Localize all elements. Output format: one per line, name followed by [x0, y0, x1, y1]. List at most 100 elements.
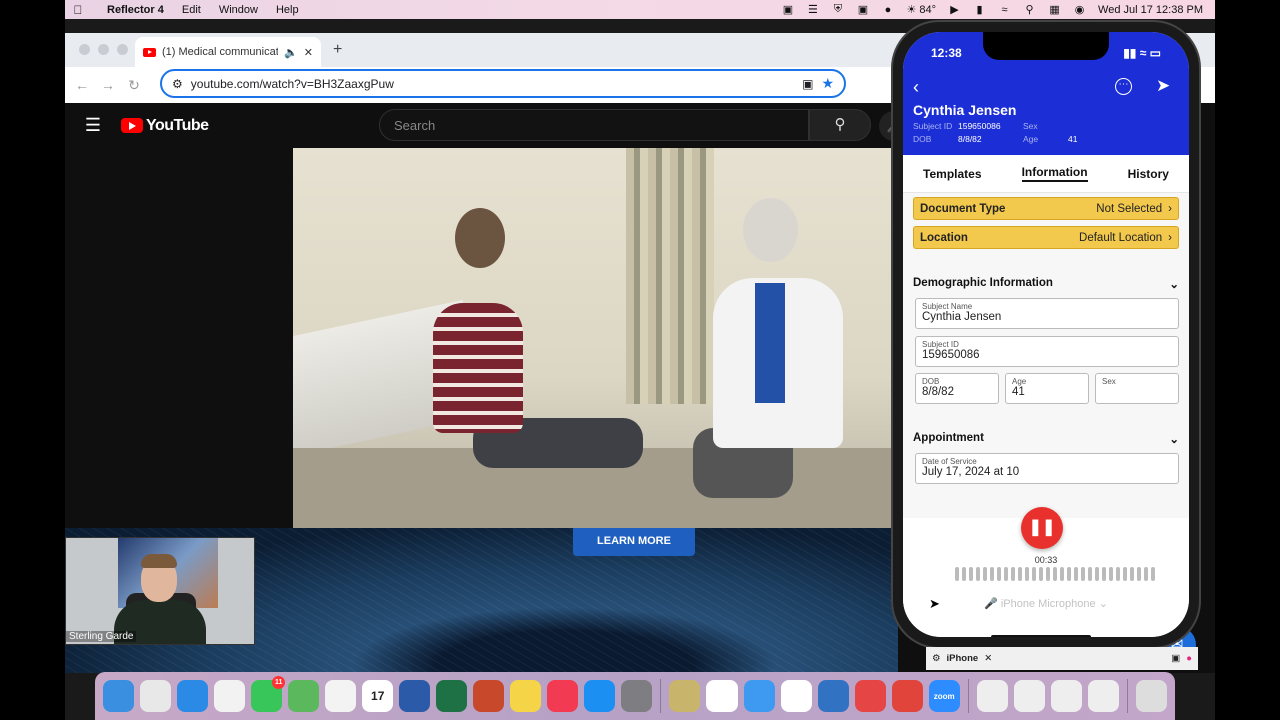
dock-finder-icon[interactable]: [103, 680, 135, 712]
siri-icon[interactable]: ◉: [1073, 4, 1086, 16]
close-tab-icon[interactable]: ✕: [304, 46, 313, 59]
subject-id-field[interactable]: Subject ID 159650086: [915, 336, 1179, 367]
appointment-section-header[interactable]: Appointment ⌄: [903, 432, 1189, 446]
menu-hamburger-icon[interactable]: ☰: [65, 115, 121, 136]
youtube-search-button[interactable]: ⚲: [809, 109, 871, 141]
dock-safari-icon[interactable]: [177, 680, 209, 712]
phone-notch: [983, 32, 1109, 60]
menu-app-name[interactable]: Reflector 4: [91, 4, 173, 16]
dock-plugin-icon[interactable]: [854, 680, 886, 712]
dock-powerpoint-icon[interactable]: [473, 680, 505, 712]
dock-notes-icon[interactable]: [510, 680, 542, 712]
location-row[interactable]: Location Default Location ›: [913, 226, 1179, 249]
forward-button[interactable]: →: [95, 77, 121, 93]
camera-icon[interactable]: ▣: [1171, 653, 1180, 664]
dock-trash-icon[interactable]: [1135, 680, 1167, 712]
dock-chrome-icon[interactable]: [214, 680, 246, 712]
dock-maps-icon[interactable]: [288, 680, 320, 712]
battery-icon[interactable]: ▮: [973, 4, 986, 16]
stack-icon[interactable]: ☰: [806, 4, 819, 16]
waveform-bar: [976, 567, 980, 581]
iphone-mirror: 12:38 ▮▮ ≈ ▭ ‹ ⋯ ➤ Cynthia Jensen Subjec…: [893, 22, 1199, 647]
dock-photos-icon[interactable]: [325, 680, 357, 712]
address-bar[interactable]: ⚙ youtube.com/watch?v=BH3ZaaxgPuw ▣ ★: [160, 69, 846, 98]
menubar-clock[interactable]: Wed Jul 17 12:38 PM: [1098, 4, 1203, 16]
youtube-logo[interactable]: YouTube: [121, 117, 209, 135]
youtube-search-input[interactable]: Search: [379, 109, 809, 141]
weather-icon[interactable]: ☀ 84°: [906, 3, 936, 16]
send-icon[interactable]: ➤: [1156, 76, 1170, 96]
tab-title: (1) Medical communicatio: [162, 46, 279, 58]
youtube-play-icon: [121, 118, 143, 133]
record-dot-icon[interactable]: ●: [1186, 653, 1192, 664]
menu-window[interactable]: Window: [210, 4, 267, 16]
dock-word-icon[interactable]: [399, 680, 431, 712]
dock-document-1-icon[interactable]: [976, 680, 1008, 712]
status-app-icon[interactable]: ▣: [781, 4, 794, 16]
sex-field[interactable]: Sex: [1095, 373, 1179, 404]
reload-button[interactable]: ↻: [121, 77, 147, 94]
dock-document-4-icon[interactable]: [1087, 680, 1119, 712]
wifi-icon[interactable]: ≈: [998, 4, 1011, 16]
back-chevron-icon[interactable]: ‹: [913, 77, 919, 98]
dock-clock-icon[interactable]: [780, 680, 812, 712]
document-type-row[interactable]: Document Type Not Selected ›: [913, 197, 1179, 220]
close-window-button[interactable]: [79, 44, 90, 55]
dock-zoom-icon[interactable]: zoom: [928, 680, 960, 712]
dock-app-store-icon[interactable]: [584, 680, 616, 712]
demographic-section-header[interactable]: Demographic Information ⌄: [903, 277, 1189, 291]
new-tab-button[interactable]: +: [333, 41, 342, 59]
shield-icon[interactable]: ⛨: [831, 3, 844, 15]
dock-calendar-icon[interactable]: 17: [362, 680, 394, 712]
date-of-service-field[interactable]: Date of Service July 17, 2024 at 10: [915, 453, 1179, 484]
age-field[interactable]: Age 41: [1005, 373, 1089, 404]
dock-mail-icon[interactable]: [743, 680, 775, 712]
install-app-icon[interactable]: ▣: [802, 77, 813, 91]
dock-launchpad-icon[interactable]: [140, 680, 172, 712]
patient-meta: Subject ID 159650086 Sex DOB 8/8/82 Age …: [913, 121, 1098, 144]
dock-excel-icon[interactable]: [436, 680, 468, 712]
dock-preview-icon[interactable]: [817, 680, 849, 712]
dock-reflector-icon[interactable]: [891, 680, 923, 712]
speaker-icon[interactable]: 🔈: [284, 46, 298, 59]
dock-weather-icon[interactable]: [669, 680, 701, 712]
waveform-bar: [969, 567, 973, 581]
settings-gear-icon[interactable]: ⚙: [932, 653, 941, 664]
video-player[interactable]: [293, 148, 898, 528]
menu-help[interactable]: Help: [267, 4, 308, 16]
play-icon[interactable]: ▶: [948, 4, 961, 16]
dock-remote-icon[interactable]: [706, 680, 738, 712]
screenshot-icon[interactable]: ▣: [856, 4, 869, 16]
more-options-icon[interactable]: ⋯: [1115, 78, 1132, 95]
waveform-bar: [1123, 567, 1127, 581]
browser-tab[interactable]: (1) Medical communicatio 🔈 ✕: [135, 37, 321, 67]
meta-age-label: Age: [1023, 134, 1039, 144]
menu-edit[interactable]: Edit: [173, 4, 210, 16]
waveform-bar: [1074, 567, 1078, 581]
bookmark-star-icon[interactable]: ★: [821, 75, 834, 92]
pause-recording-button[interactable]: ❚❚: [1021, 507, 1063, 549]
microphone-selector[interactable]: 🎤 iPhone Microphone ⌄: [903, 597, 1189, 610]
close-device-icon[interactable]: ✕: [984, 653, 992, 664]
grammarly-icon[interactable]: ●: [881, 4, 894, 16]
search-icon[interactable]: ⚲: [1023, 4, 1036, 16]
dock-system-settings-icon[interactable]: [621, 680, 653, 712]
dock-messages-icon[interactable]: 11: [251, 676, 286, 712]
dock-document-3-icon[interactable]: [1050, 680, 1082, 712]
zoom-window-button[interactable]: [117, 44, 128, 55]
back-button[interactable]: ←: [69, 77, 95, 93]
site-info-icon[interactable]: ⚙: [172, 77, 183, 91]
waveform-bar: [1011, 567, 1015, 581]
document-type-value: Not Selected: [1096, 202, 1163, 215]
control-center-icon[interactable]: ▦: [1048, 4, 1061, 16]
tab-information[interactable]: Information: [1021, 165, 1088, 182]
learn-more-button[interactable]: LEARN MORE: [573, 528, 695, 556]
tab-templates[interactable]: Templates: [923, 167, 981, 181]
dock-document-2-icon[interactable]: [1013, 680, 1045, 712]
tab-history[interactable]: History: [1128, 167, 1169, 181]
dob-field[interactable]: DOB 8/8/82: [915, 373, 999, 404]
minimize-window-button[interactable]: [98, 44, 109, 55]
subject-name-field[interactable]: Subject Name Cynthia Jensen: [915, 298, 1179, 329]
apple-icon[interactable]: : [65, 3, 91, 17]
dock-music-icon[interactable]: [547, 680, 579, 712]
